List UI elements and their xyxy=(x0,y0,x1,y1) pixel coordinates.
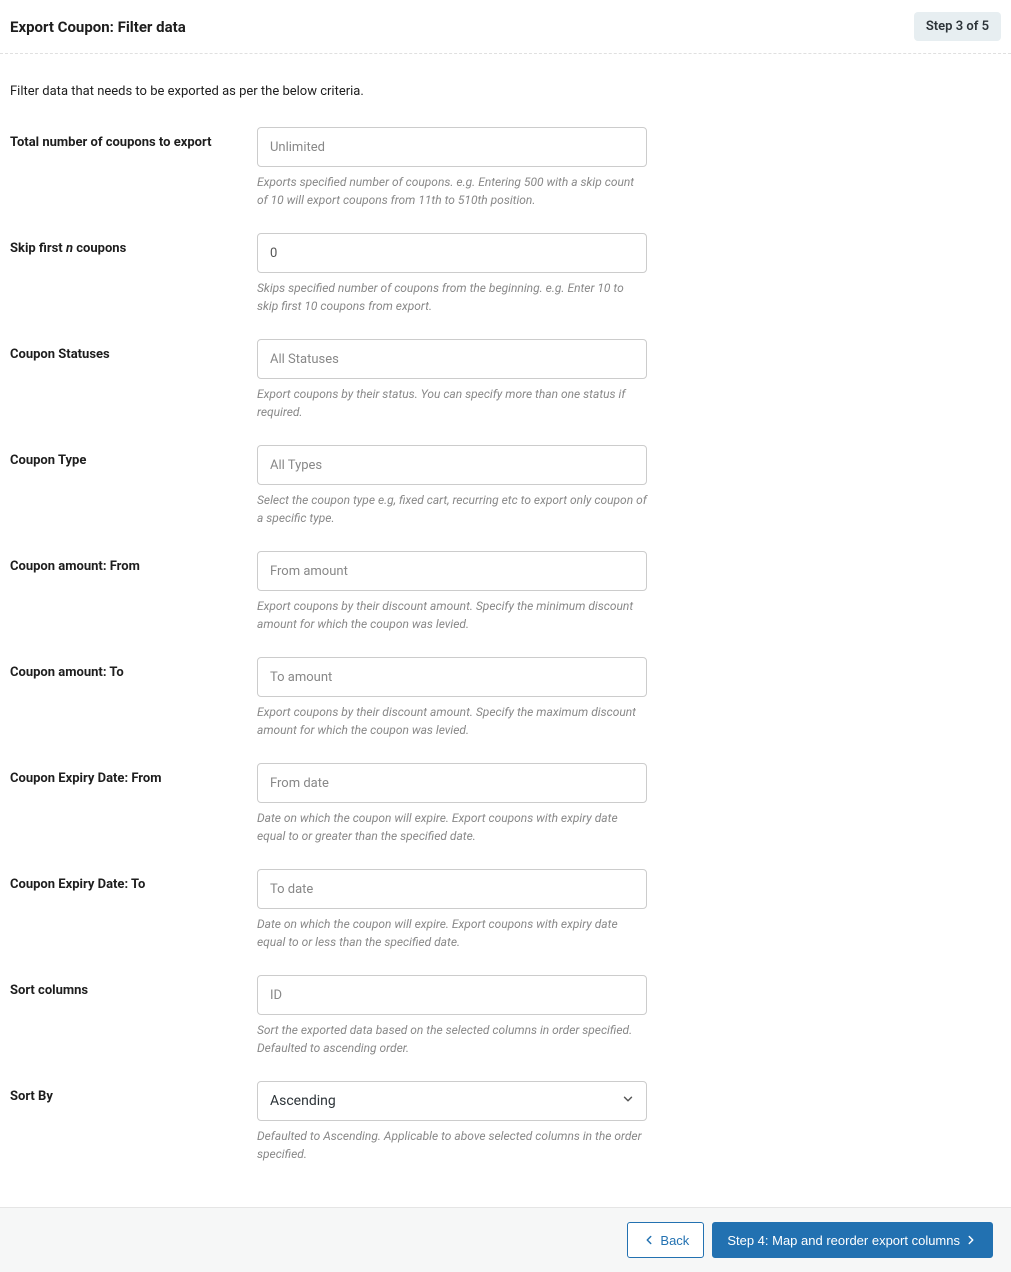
input-amount-to[interactable] xyxy=(257,657,647,697)
input-coupon-statuses[interactable]: All Statuses xyxy=(257,339,647,379)
back-button-label: Back xyxy=(660,1233,689,1248)
label-type: Coupon Type xyxy=(10,445,257,468)
field-row-expiry-to: Coupon Expiry Date: To Date on which the… xyxy=(10,869,1001,951)
input-total-coupons[interactable] xyxy=(257,127,647,167)
input-expiry-from[interactable] xyxy=(257,763,647,803)
help-type: Select the coupon type e.g, fixed cart, … xyxy=(257,491,647,527)
label-statuses: Coupon Statuses xyxy=(10,339,257,362)
help-expiry-from: Date on which the coupon will expire. Ex… xyxy=(257,809,647,845)
help-amount-from: Export coupons by their discount amount.… xyxy=(257,597,647,633)
label-expiry-from: Coupon Expiry Date: From xyxy=(10,763,257,786)
field-row-expiry-from: Coupon Expiry Date: From Date on which t… xyxy=(10,763,1001,845)
help-expiry-to: Date on which the coupon will expire. Ex… xyxy=(257,915,647,951)
page-title: Export Coupon: Filter data xyxy=(10,18,186,36)
help-statuses: Export coupons by their status. You can … xyxy=(257,385,647,421)
input-coupon-type[interactable]: All Types xyxy=(257,445,647,485)
label-expiry-to: Coupon Expiry Date: To xyxy=(10,869,257,892)
label-amount-to: Coupon amount: To xyxy=(10,657,257,680)
label-skip: Skip first n coupons xyxy=(10,233,257,256)
field-row-sort-by: Sort By Ascending Defaulted to Ascending… xyxy=(10,1081,1001,1163)
field-row-total: Total number of coupons to export Export… xyxy=(10,127,1001,209)
input-amount-from[interactable] xyxy=(257,551,647,591)
help-total: Exports specified number of coupons. e.g… xyxy=(257,173,647,209)
help-sort-columns: Sort the exported data based on the sele… xyxy=(257,1021,647,1057)
next-step-button-label: Step 4: Map and reorder export columns xyxy=(727,1233,960,1248)
label-sort-by: Sort By xyxy=(10,1081,257,1104)
input-skip-coupons[interactable] xyxy=(257,233,647,273)
next-step-button[interactable]: Step 4: Map and reorder export columns xyxy=(712,1222,993,1258)
footer-bar: Back Step 4: Map and reorder export colu… xyxy=(0,1207,1011,1272)
form-content: Filter data that needs to be exported as… xyxy=(0,54,1011,1207)
field-row-amount-from: Coupon amount: From Export coupons by th… xyxy=(10,551,1001,633)
chevron-right-icon xyxy=(964,1233,978,1247)
field-row-type: Coupon Type All Types Select the coupon … xyxy=(10,445,1001,527)
input-expiry-to[interactable] xyxy=(257,869,647,909)
label-amount-from: Coupon amount: From xyxy=(10,551,257,574)
chevron-left-icon xyxy=(642,1233,656,1247)
field-row-skip: Skip first n coupons Skips specified num… xyxy=(10,233,1001,315)
field-row-amount-to: Coupon amount: To Export coupons by thei… xyxy=(10,657,1001,739)
page-header: Export Coupon: Filter data Step 3 of 5 xyxy=(0,0,1011,54)
help-sort-by: Defaulted to Ascending. Applicable to ab… xyxy=(257,1127,647,1163)
step-indicator: Step 3 of 5 xyxy=(914,12,1001,41)
label-sort-columns: Sort columns xyxy=(10,975,257,998)
label-total: Total number of coupons to export xyxy=(10,127,257,150)
select-sort-by[interactable]: Ascending xyxy=(257,1081,647,1121)
intro-text: Filter data that needs to be exported as… xyxy=(10,84,1001,99)
field-row-sort-columns: Sort columns ID Sort the exported data b… xyxy=(10,975,1001,1057)
input-sort-columns[interactable]: ID xyxy=(257,975,647,1015)
back-button[interactable]: Back xyxy=(627,1222,704,1258)
help-skip: Skips specified number of coupons from t… xyxy=(257,279,647,315)
field-row-statuses: Coupon Statuses All Statuses Export coup… xyxy=(10,339,1001,421)
help-amount-to: Export coupons by their discount amount.… xyxy=(257,703,647,739)
